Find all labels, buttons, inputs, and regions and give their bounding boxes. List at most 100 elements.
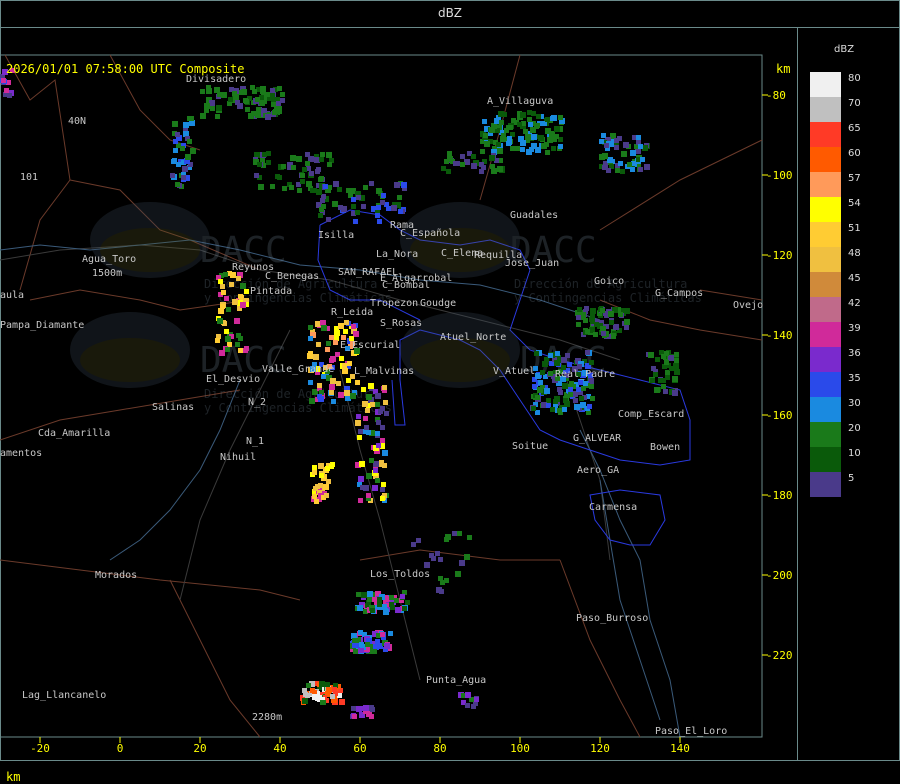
echo-pixel — [332, 201, 338, 207]
echo-pixel — [465, 703, 470, 708]
legend-label-5: 5 — [848, 473, 855, 484]
echo-pixel — [369, 458, 374, 463]
echo-pixel — [672, 390, 678, 396]
y-axis-unit: km — [776, 62, 791, 76]
echo-pixel — [183, 122, 189, 128]
echo-pixel — [176, 162, 181, 167]
echo-pixel — [170, 173, 175, 178]
echo-pixel — [332, 687, 337, 692]
radar-map[interactable]: DACC Dirección de Agricultura y Continge… — [0, 28, 797, 784]
echo-pixel — [375, 213, 380, 218]
echo-pixel — [589, 384, 594, 389]
legend-swatch-80 — [810, 72, 841, 97]
radar-map-canvas[interactable]: DACC Dirección de Agricultura y Continge… — [0, 28, 797, 761]
echo-pixel — [326, 687, 332, 693]
echo-pixel — [402, 606, 407, 611]
echo-pixel — [511, 118, 516, 123]
echo-pixel — [383, 609, 389, 615]
echo-pixel — [601, 331, 606, 336]
echo-pixel — [460, 162, 465, 167]
echo-pixel — [277, 86, 282, 91]
echo-pixel — [225, 336, 231, 342]
echo-pixel — [453, 161, 458, 166]
echo-pixel — [538, 135, 544, 141]
place-label-agua-toro: Agua_Toro — [82, 254, 136, 265]
echo-pixel — [310, 188, 315, 193]
echo-pixel — [384, 411, 389, 416]
legend-swatch-30 — [810, 397, 841, 422]
echo-pixel — [558, 144, 563, 149]
echo-pixel — [405, 600, 410, 605]
echo-pixel — [359, 642, 364, 647]
place-label-bowen: Bowen — [650, 442, 680, 453]
echo-pixel — [243, 98, 248, 103]
echo-pixel — [305, 693, 310, 698]
echo-pixel — [465, 692, 471, 698]
echo-pixel — [187, 139, 192, 144]
echo-pixel — [173, 139, 178, 144]
y-tick-label: -100 — [766, 169, 793, 182]
legend-label-54: 54 — [848, 198, 861, 209]
echo-pixel — [545, 117, 550, 122]
y-tick-label: -120 — [766, 249, 793, 262]
echo-pixel — [568, 387, 573, 392]
echo-pixel — [489, 127, 495, 133]
place-label-l-malvinas: L_Malvinas — [354, 366, 414, 377]
echo-pixel — [377, 597, 382, 602]
echo-pixel — [319, 157, 324, 162]
echo-pixel — [661, 384, 666, 389]
echo-pixel — [380, 496, 385, 501]
echo-pixel — [518, 136, 524, 142]
echo-pixel — [574, 404, 580, 410]
legend-swatch-48 — [810, 247, 841, 272]
echo-pixel — [240, 302, 246, 308]
echo-pixel — [220, 284, 225, 289]
y-tick-label: -140 — [766, 329, 793, 342]
place-label-salinas: Salinas — [152, 402, 194, 413]
echo-pixel — [280, 92, 285, 97]
echo-pixel — [601, 133, 606, 138]
echo-pixel — [366, 473, 372, 479]
echo-pixel — [544, 388, 550, 394]
x-tick-label: 20 — [193, 742, 206, 755]
echo-pixel — [300, 173, 305, 178]
echo-pixel — [554, 396, 560, 402]
echo-pixel — [548, 371, 553, 376]
echo-pixel — [506, 141, 511, 146]
echo-pixel — [181, 175, 186, 180]
echo-pixel — [517, 122, 522, 127]
echo-pixel — [351, 204, 356, 209]
echo-pixel — [357, 605, 363, 611]
echo-pixel — [312, 465, 317, 470]
echo-pixel — [440, 580, 445, 585]
echo-pixel — [590, 308, 596, 314]
echo-pixel — [452, 531, 457, 536]
place-label-aula: aula — [0, 290, 24, 301]
echo-pixel — [500, 136, 506, 142]
echo-pixel — [224, 296, 229, 301]
y-tick-label: -220 — [766, 649, 793, 662]
echo-pixel — [599, 139, 604, 144]
echo-pixel — [441, 166, 446, 171]
echo-pixel — [389, 602, 394, 607]
echo-pixel — [338, 323, 344, 329]
echo-pixel — [376, 420, 381, 425]
echo-pixel — [593, 332, 598, 337]
legend-label-20: 20 — [848, 423, 861, 434]
echo-pixel — [618, 161, 623, 166]
echo-pixel — [342, 368, 348, 374]
echo-pixel — [562, 407, 567, 412]
echo-pixel — [655, 357, 660, 362]
echo-pixel — [216, 105, 222, 111]
y-tick-label: -180 — [766, 489, 793, 502]
echo-pixel — [391, 205, 397, 211]
echo-pixel — [171, 159, 176, 164]
echo-pixel — [536, 114, 541, 119]
echo-pixel — [270, 93, 275, 98]
echo-pixel — [243, 348, 248, 353]
echo-pixel — [369, 181, 374, 186]
echo-pixel — [618, 312, 623, 317]
echo-pixel — [289, 185, 294, 190]
echo-pixel — [457, 531, 462, 536]
echo-pixel — [394, 598, 399, 603]
